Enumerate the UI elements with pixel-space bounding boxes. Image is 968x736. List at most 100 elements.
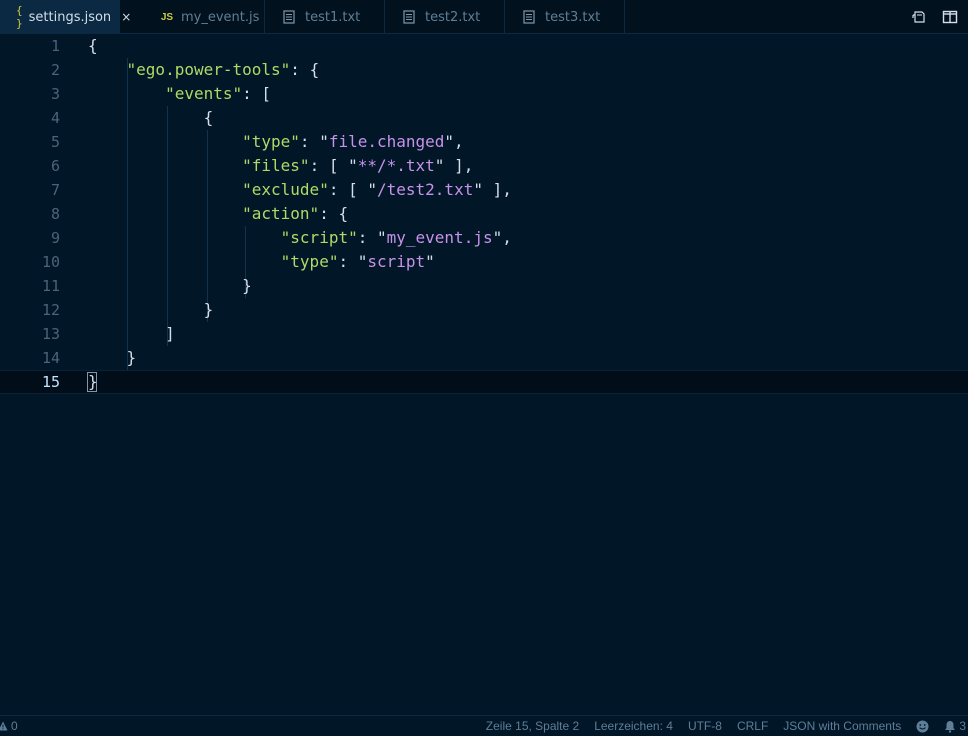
code-line[interactable]: 13 ] <box>0 322 968 346</box>
line-code: "files": [ "**/*.txt" ], <box>88 154 473 178</box>
punctuation-token: " ], <box>473 180 512 199</box>
punctuation-token <box>88 252 281 271</box>
code-line[interactable]: 3 "events": [ <box>0 82 968 106</box>
code-line[interactable]: 1{ <box>0 34 968 58</box>
punctuation-token <box>88 156 242 175</box>
indentation-setting[interactable]: Leerzeichen: 4 <box>594 719 673 733</box>
punctuation-token: ", <box>492 228 512 247</box>
json-key-token: "type" <box>280 252 339 271</box>
line-code: "ego.power-tools": { <box>88 58 320 82</box>
code-line[interactable]: 2 "ego.power-tools": { <box>0 58 968 82</box>
close-icon[interactable]: × <box>121 10 131 24</box>
line-number: 6 <box>50 157 60 175</box>
line-number: 9 <box>50 229 60 247</box>
warning-triangle-icon <box>0 721 8 731</box>
punctuation-token <box>88 60 127 79</box>
line-code: ] <box>88 322 175 346</box>
tab-settings-json[interactable]: { } settings.json × <box>0 0 131 34</box>
line-number: 15 <box>41 373 60 391</box>
punctuation-token: " <box>425 252 435 271</box>
line-number: 8 <box>50 205 60 223</box>
line-code: "action": { <box>88 202 348 226</box>
punctuation-token: } <box>88 276 252 295</box>
line-number: 13 <box>41 325 60 343</box>
tab-label: test1.txt <box>305 9 361 25</box>
punctuation-token <box>88 204 242 223</box>
tab-test3-txt[interactable]: test3.txt <box>505 0 625 34</box>
text-cursor <box>87 372 97 392</box>
json-key-token: "action" <box>242 204 320 223</box>
json-key-token: "type" <box>242 132 300 151</box>
punctuation-token: : { <box>290 60 320 79</box>
code-line[interactable]: 7 "exclude": [ "/test2.txt" ], <box>0 178 968 202</box>
json-key-token: "files" <box>242 156 310 175</box>
line-code: "type": "file.changed", <box>88 130 464 154</box>
json-key-token: "ego.power-tools" <box>126 60 291 79</box>
punctuation-token <box>88 228 281 247</box>
code-line[interactable]: 9 "script": "my_event.js", <box>0 226 968 250</box>
code-line[interactable]: 10 "type": "script" <box>0 250 968 274</box>
punctuation-token: ", <box>444 132 464 151</box>
line-code: "exclude": [ "/test2.txt" ], <box>88 178 512 202</box>
line-number: 3 <box>50 85 60 103</box>
line-number: 5 <box>50 133 60 151</box>
code-line[interactable]: 6 "files": [ "**/*.txt" ], <box>0 154 968 178</box>
line-number: 7 <box>50 181 60 199</box>
javascript-file-icon: JS <box>160 11 174 23</box>
code-line[interactable]: 5 "type": "file.changed", <box>0 130 968 154</box>
line-code: { <box>88 106 214 130</box>
line-number: 10 <box>41 253 60 271</box>
file-encoding[interactable]: UTF-8 <box>688 719 722 733</box>
split-editor-icon[interactable] <box>942 10 958 24</box>
json-string-token: **/*.txt <box>357 156 435 175</box>
tab-my-event-js[interactable]: JS my_event.js <box>145 0 265 34</box>
punctuation-token: : " <box>357 228 387 247</box>
line-number: 4 <box>50 109 60 127</box>
json-key-token: "exclude" <box>242 180 329 199</box>
text-file-icon <box>403 10 419 24</box>
cursor-position[interactable]: Zeile 15, Spalte 2 <box>486 719 579 733</box>
vscode-window: { } settings.json × JS my_event.js test1… <box>0 0 968 736</box>
smiley-icon[interactable] <box>916 720 929 733</box>
tab-label: my_event.js <box>181 9 260 25</box>
punctuation-token: : { <box>319 204 349 223</box>
code-line[interactable]: 8 "action": { <box>0 202 968 226</box>
bell-icon <box>944 720 956 733</box>
punctuation-token: } <box>88 300 214 319</box>
code-editor[interactable]: 1{2 "ego.power-tools": {3 "events": [4 {… <box>0 34 968 715</box>
code-line[interactable]: 15} <box>0 370 968 394</box>
punctuation-token <box>88 84 165 103</box>
problems-count: 0 <box>11 719 18 733</box>
code-line[interactable]: 4 { <box>0 106 968 130</box>
line-code: "script": "my_event.js", <box>88 226 512 250</box>
open-changes-icon[interactable] <box>912 10 926 24</box>
line-number: 11 <box>41 277 60 295</box>
line-code: } <box>88 274 252 298</box>
notifications[interactable]: 3 <box>944 719 966 733</box>
line-number: 12 <box>41 301 60 319</box>
json-key-token: "script" <box>280 228 358 247</box>
punctuation-token: : [ " <box>328 180 377 199</box>
language-mode[interactable]: JSON with Comments <box>783 719 901 733</box>
line-code: "type": "script" <box>88 250 435 274</box>
code-line[interactable]: 11 } <box>0 274 968 298</box>
status-problems[interactable]: 0 <box>0 716 18 736</box>
punctuation-token: : [ " <box>309 156 358 175</box>
punctuation-token: ] <box>88 324 175 343</box>
json-string-token: file.changed <box>328 132 445 151</box>
punctuation-token: } <box>88 348 137 367</box>
punctuation-token: : " <box>338 252 368 271</box>
line-number: 2 <box>50 61 60 79</box>
json-string-token: my_event.js <box>386 228 493 247</box>
code-line[interactable]: 14 } <box>0 346 968 370</box>
tab-label: test2.txt <box>425 9 481 25</box>
line-ending[interactable]: CRLF <box>737 719 768 733</box>
json-key-token: "events" <box>165 84 243 103</box>
json-string-token: /test2.txt <box>377 180 474 199</box>
tab-test1-txt[interactable]: test1.txt <box>265 0 385 34</box>
tab-test2-txt[interactable]: test2.txt <box>385 0 505 34</box>
line-code: "events": [ <box>88 82 271 106</box>
code-line[interactable]: 12 } <box>0 298 968 322</box>
punctuation-token: { <box>88 36 98 55</box>
punctuation-token: { <box>88 108 214 127</box>
